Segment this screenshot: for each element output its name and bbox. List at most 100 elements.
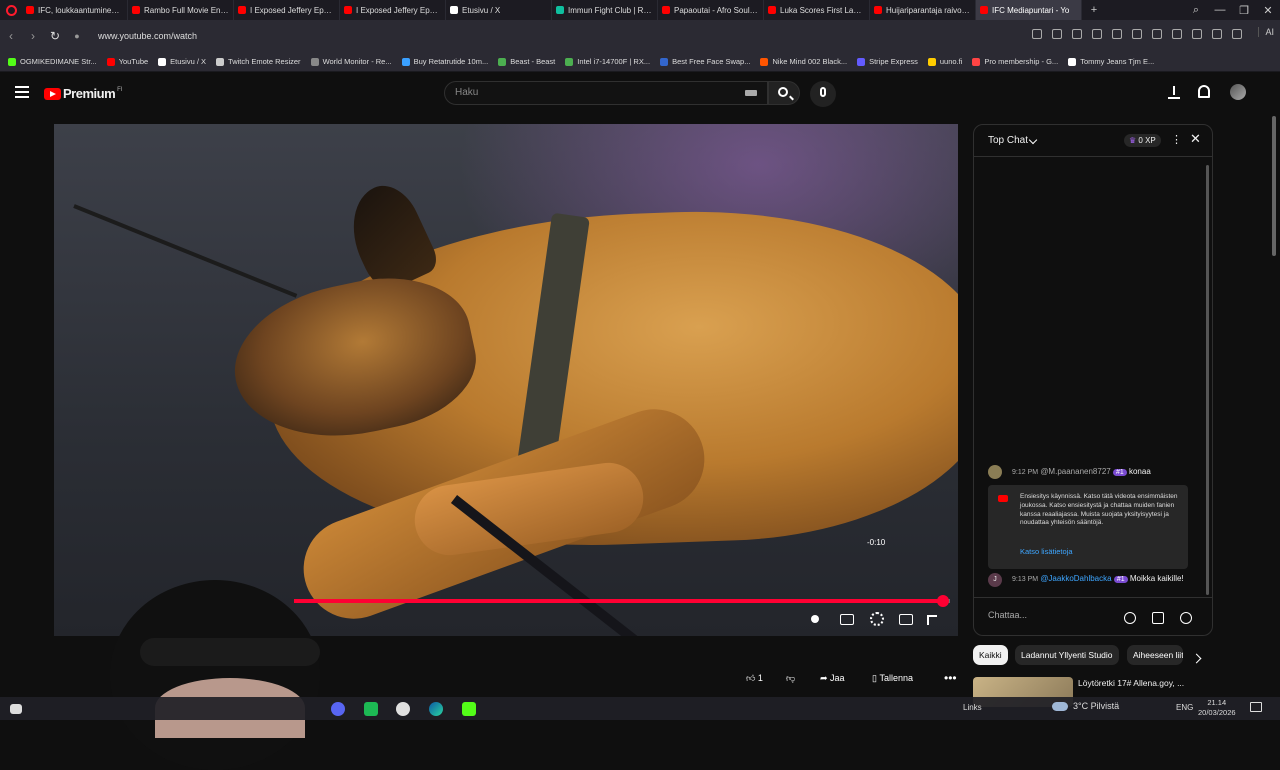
notification-center-icon[interactable] [1250, 702, 1262, 712]
search-button[interactable] [768, 81, 800, 105]
edge-icon[interactable] [429, 702, 443, 716]
heart-reaction-icon[interactable] [1180, 612, 1192, 624]
discord-icon[interactable] [331, 702, 345, 716]
chevron-right-icon[interactable] [1191, 653, 1202, 664]
bookmark-item[interactable]: World Monitor - Re... [310, 57, 392, 66]
browser-tab[interactable]: Etusivu / X [446, 0, 552, 20]
save-button[interactable]: ▯ Tallenna [866, 667, 919, 689]
bookmark-item[interactable]: OGMIKEDIMANE Str... [8, 57, 97, 66]
bookmark-item[interactable]: Beast - Beast [498, 57, 555, 66]
chip-related[interactable]: Aiheeseen liittyvät [1127, 645, 1183, 665]
url-field[interactable]: www.youtube.com/watch [98, 31, 197, 41]
maximize-button[interactable]: ❐ [1232, 4, 1256, 17]
app-icon-green[interactable] [364, 702, 378, 716]
chat-mode-selector[interactable]: Top Chat [988, 135, 1028, 146]
kick-icon[interactable] [462, 702, 476, 716]
browser-tab[interactable]: Luka Scores First Laker 6 [764, 0, 870, 20]
dislike-button[interactable]: 👎︎ [780, 667, 802, 689]
more-actions-button[interactable]: ••• [938, 667, 963, 689]
minimize-button[interactable]: — [1208, 4, 1232, 16]
chat-avatar[interactable] [988, 465, 1002, 479]
extension-icon[interactable] [1212, 29, 1222, 39]
browser-tab[interactable]: Papaoutai - Afro Soul | D [658, 0, 764, 20]
heart-icon[interactable] [1132, 29, 1142, 39]
chat-avatar[interactable]: J [988, 573, 1002, 587]
new-tab-button[interactable]: + [1082, 4, 1106, 16]
browser-tab[interactable]: I Exposed Jeffery Epstein [234, 0, 340, 20]
bookmark-item[interactable]: uuno.fi [927, 57, 962, 66]
bookmark-item[interactable]: Etusivu / X [158, 57, 206, 66]
xp-badge[interactable]: ♛ 0 XP [1124, 134, 1161, 147]
settings-gear-icon[interactable] [870, 612, 884, 626]
create-upload-icon[interactable] [1168, 85, 1180, 99]
menu-icon[interactable] [1172, 29, 1182, 39]
account-avatar[interactable] [1230, 84, 1246, 100]
bookmark-item[interactable]: Best Free Face Swap... [660, 57, 750, 66]
bookmark-item[interactable]: YouTube [106, 57, 148, 66]
hamburger-menu-icon[interactable] [15, 86, 29, 98]
browser-tab[interactable]: Immun Fight Club | Ruot [552, 0, 658, 20]
download-icon[interactable] [1152, 29, 1162, 39]
profile-icon[interactable] [1192, 29, 1202, 39]
close-window-button[interactable]: ✕ [1256, 4, 1280, 17]
emoji-icon[interactable] [1124, 612, 1136, 624]
browser-tab[interactable]: Rambo Full Movie Englis [128, 0, 234, 20]
fullscreen-icon[interactable] [927, 615, 937, 625]
super-chat-icon[interactable] [1152, 612, 1164, 624]
search-tabs-icon[interactable]: ⌕ [1184, 4, 1208, 17]
browser-tab[interactable]: IFC, loukkaantuminen & [22, 0, 128, 20]
back-button[interactable]: ‹ [0, 29, 22, 43]
bookmark-item[interactable]: Pro membership - G... [972, 57, 1058, 66]
start-icon[interactable] [10, 704, 22, 714]
reload-button[interactable]: ↻ [44, 29, 66, 43]
chat-author[interactable]: @M.paananen8727 [1040, 467, 1110, 476]
share-button[interactable]: ➦ Jaa [814, 667, 851, 689]
ai-button[interactable]: AI [1258, 27, 1274, 37]
miniplayer-icon[interactable] [899, 614, 913, 625]
bookmark-item[interactable]: Twitch Emote Resizer [216, 57, 301, 66]
bookmark-item[interactable]: Stripe Express [857, 57, 918, 66]
progress-bar[interactable] [294, 595, 950, 607]
browser-tab[interactable]: Huijariparantaja raivostu [870, 0, 976, 20]
chat-more-options-icon[interactable]: ⋮ [1171, 133, 1182, 146]
voice-search-button[interactable] [810, 81, 836, 107]
chip-all[interactable]: Kaikki [973, 645, 1008, 665]
notice-learn-more-link[interactable]: Katso lisätietoja [1020, 547, 1073, 557]
autoplay-toggle[interactable] [808, 612, 822, 626]
browser-tab[interactable]: I Exposed Jeffery Epstein [340, 0, 446, 20]
edit-icon[interactable] [1052, 29, 1062, 39]
youtube-notice-icon [998, 495, 1008, 502]
like-button[interactable]: 👍︎ 1 [740, 667, 769, 689]
forward-button[interactable]: › [22, 29, 44, 43]
snapshot-icon[interactable] [1032, 29, 1042, 39]
keyboard-icon[interactable] [745, 90, 757, 96]
subtitles-icon[interactable] [840, 614, 854, 625]
bookmark-item[interactable]: Buy Retatrutide 10m... [401, 57, 488, 66]
app-icon-white[interactable] [396, 702, 410, 716]
bookmark-item[interactable]: Tommy Jeans Tjm E... [1068, 57, 1154, 66]
clock[interactable]: 21.14 20/03/2026 [1198, 698, 1236, 718]
shield-icon[interactable] [1092, 29, 1102, 39]
weather-widget[interactable]: 3°C Pilvistä [1052, 701, 1119, 711]
language-indicator[interactable]: ENG [1176, 703, 1193, 712]
thumbs-up-icon: 👍︎ [746, 672, 758, 683]
page-scrollbar[interactable] [1272, 116, 1276, 256]
links-toolbar[interactable]: Links [963, 703, 982, 712]
camera-icon[interactable] [1072, 29, 1082, 39]
opera-logo-icon[interactable] [0, 0, 22, 20]
youtube-premium-logo[interactable]: Premium FI [44, 86, 122, 101]
chip-uploads[interactable]: Ladannut Yllyenti Studio [1015, 645, 1119, 665]
play-icon[interactable] [1112, 29, 1122, 39]
chat-close-icon[interactable]: ✕ [1190, 131, 1201, 147]
notifications-bell-icon[interactable] [1198, 85, 1210, 98]
bookmark-item[interactable]: Intel i7-14700F | RX... [565, 57, 650, 66]
chat-scrollbar[interactable] [1206, 165, 1209, 595]
bookmark-item[interactable]: Nike Mind 002 Black... [760, 57, 847, 66]
chat-author[interactable]: @JaakkoDahlbacka [1040, 574, 1111, 583]
browser-tab[interactable]: IFC Mediapuntari - Yo [976, 0, 1082, 20]
chevron-down-icon[interactable] [1028, 135, 1038, 145]
search-input[interactable]: Haku [444, 81, 768, 105]
cube-icon[interactable] [1232, 29, 1242, 39]
chat-input[interactable]: Chattaa... [988, 610, 1027, 620]
recommendation-title[interactable]: Löytöretki 17# Allena.goy, ... [1078, 678, 1198, 688]
